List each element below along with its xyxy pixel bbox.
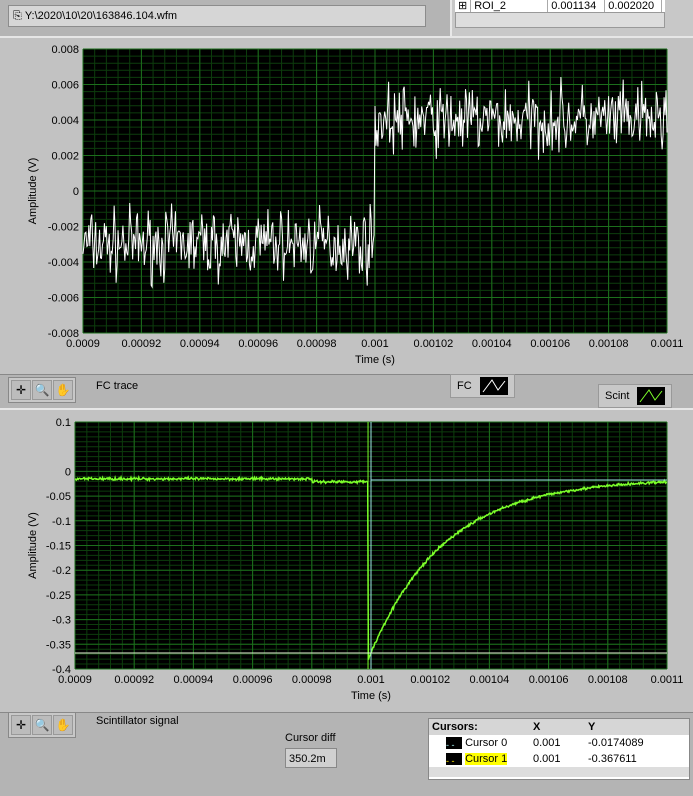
y-tick-label: -0.002 bbox=[48, 222, 79, 234]
fc-graph-panel: 0.0009 0.00092 0.00094 0.00096 0.00098 0.001 0… bbox=[0, 36, 693, 375]
roi-row[interactable]: ⊞ ROI_2 0.001134 0.002020 bbox=[455, 0, 665, 12]
cursor-tool-icon[interactable]: ✛ bbox=[11, 715, 31, 735]
x-tick-label: 0.001 bbox=[361, 338, 389, 350]
x-tick-label: 0.00096 bbox=[238, 338, 278, 350]
fc-graph[interactable]: 0.0009 0.00092 0.00094 0.00096 0.00098 0.001 0… bbox=[0, 38, 693, 374]
x-tick-label: 0.00102 bbox=[410, 674, 450, 686]
header-y: Y bbox=[588, 721, 596, 733]
cursor-name[interactable]: Cursor 1 bbox=[465, 753, 508, 765]
pan-tool-icon[interactable]: ✋ bbox=[53, 380, 73, 400]
y-tick-label: 0.008 bbox=[51, 44, 79, 56]
x-tick-label: 0.00108 bbox=[588, 674, 628, 686]
y-tick-label: 0.1 bbox=[56, 417, 71, 429]
scint-line-style-icon bbox=[637, 387, 666, 405]
legend-scint-label: Scint bbox=[605, 390, 630, 402]
y-tick-label: -0.008 bbox=[48, 328, 79, 340]
scint-graph-panel: 0.0009 0.00092 0.00094 0.00096 0.00098 0.001 0… bbox=[0, 408, 693, 713]
y-tick-label: 0.002 bbox=[51, 151, 79, 163]
y-tick-label: 0.004 bbox=[51, 115, 79, 127]
y-tick-label: 0 bbox=[65, 466, 71, 478]
x-tick-label: 0.00092 bbox=[122, 338, 162, 350]
roi-x: 0.001134 bbox=[548, 0, 606, 12]
y-tick-label: -0.2 bbox=[52, 565, 71, 577]
x-tick-label: 0.00098 bbox=[292, 674, 332, 686]
cursor-x[interactable]: 0.001 bbox=[530, 735, 585, 751]
y-tick-label: -0.4 bbox=[52, 664, 71, 676]
x-tick-label: 0.001 bbox=[357, 674, 385, 686]
fc-plot-legend[interactable]: FC bbox=[450, 374, 515, 398]
file-path-text: Y:\2020\10\20\163846.104.wfm bbox=[24, 10, 178, 22]
cursor-diff-value: 350.2m bbox=[285, 748, 337, 768]
cursor-table[interactable]: Cursors: X Y - - Cursor 0 0.001 -0.01740… bbox=[428, 718, 690, 780]
x-tick-label: 0.00094 bbox=[174, 674, 214, 686]
x-tick-label: 0.00104 bbox=[472, 338, 512, 350]
y-tick-label: -0.35 bbox=[46, 639, 71, 651]
y-tick-label: 0.006 bbox=[51, 80, 79, 92]
x-tick-label: 0.00096 bbox=[233, 674, 273, 686]
x-tick-label: 0.00108 bbox=[589, 338, 629, 350]
y-axis-label: Amplitude (V) bbox=[27, 512, 39, 579]
cursor-style-icon: - - bbox=[446, 753, 462, 766]
cursor-table-header: Cursors: X Y bbox=[429, 719, 689, 735]
cursor-x[interactable]: 0.001 bbox=[530, 751, 585, 767]
y-tick-label: -0.006 bbox=[48, 293, 79, 305]
header-cursors: Cursors: bbox=[432, 721, 478, 733]
scint-graph-title: Scintillator signal bbox=[96, 715, 179, 727]
header-x: X bbox=[533, 721, 541, 733]
y-tick-label: -0.004 bbox=[48, 257, 79, 269]
cursor-tool-icon[interactable]: ✛ bbox=[11, 380, 31, 400]
y-axis-label: Amplitude (V) bbox=[27, 158, 39, 225]
cursor-diff-label: Cursor diff bbox=[285, 732, 336, 744]
x-tick-label: 0.00098 bbox=[297, 338, 337, 350]
x-tick-label: 0.00106 bbox=[529, 674, 569, 686]
roi-name: ROI_2 bbox=[471, 0, 549, 12]
x-tick-label: 0.0011 bbox=[651, 338, 684, 350]
legend-fc-label: FC bbox=[457, 380, 472, 392]
y-tick-label: -0.3 bbox=[52, 615, 71, 627]
y-tick-label: -0.25 bbox=[46, 590, 71, 602]
fc-graph-palette: ✛ 🔍 ✋ bbox=[8, 377, 76, 403]
y-tick-label: -0.05 bbox=[46, 491, 71, 503]
x-tick-label: 0.00104 bbox=[470, 674, 510, 686]
cursor-name[interactable]: Cursor 0 bbox=[465, 737, 507, 749]
path-icon: ⎘ bbox=[13, 9, 22, 22]
scint-plot-legend[interactable]: Scint bbox=[598, 384, 673, 408]
roi-horizontal-scrollbar[interactable] bbox=[455, 12, 665, 28]
roi-y: 0.002020 bbox=[605, 0, 663, 12]
cursor-style-icon: - - bbox=[446, 737, 462, 750]
x-tick-label: 0.00094 bbox=[180, 338, 220, 350]
y-tick-label: -0.1 bbox=[52, 516, 71, 528]
file-path-display[interactable]: ⎘ Y:\2020\10\20\163846.104.wfm bbox=[8, 5, 426, 27]
cursor-row[interactable]: - - Cursor 1 0.001 -0.367611 bbox=[429, 751, 689, 767]
y-tick-label: -0.15 bbox=[46, 541, 71, 553]
fc-line-style-icon bbox=[479, 377, 508, 395]
x-tick-label: 0.0011 bbox=[651, 674, 684, 686]
cursor-row[interactable]: - - Cursor 0 0.001 -0.0174089 bbox=[429, 735, 689, 751]
y-tick-label: 0 bbox=[73, 186, 79, 198]
cursor-y[interactable]: -0.367611 bbox=[585, 751, 668, 767]
zoom-tool-icon[interactable]: 🔍 bbox=[32, 380, 52, 400]
x-tick-label: 0.00106 bbox=[530, 338, 570, 350]
zoom-tool-icon[interactable]: 🔍 bbox=[32, 715, 52, 735]
fc-graph-title: FC trace bbox=[96, 380, 139, 392]
pan-tool-icon[interactable]: ✋ bbox=[53, 715, 73, 735]
x-axis-label: Time (s) bbox=[351, 690, 391, 702]
cursor-y[interactable]: -0.0174089 bbox=[585, 735, 668, 751]
x-tick-label: 0.00102 bbox=[414, 338, 454, 350]
x-axis-label: Time (s) bbox=[355, 354, 395, 366]
scint-graph-palette: ✛ 🔍 ✋ bbox=[8, 712, 76, 738]
x-tick-label: 0.00092 bbox=[114, 674, 154, 686]
scint-graph[interactable]: 0.0009 0.00092 0.00094 0.00096 0.00098 0.001 0… bbox=[0, 410, 693, 712]
expand-icon[interactable]: ⊞ bbox=[455, 0, 472, 12]
cursor-table-hscroll[interactable] bbox=[429, 767, 689, 777]
